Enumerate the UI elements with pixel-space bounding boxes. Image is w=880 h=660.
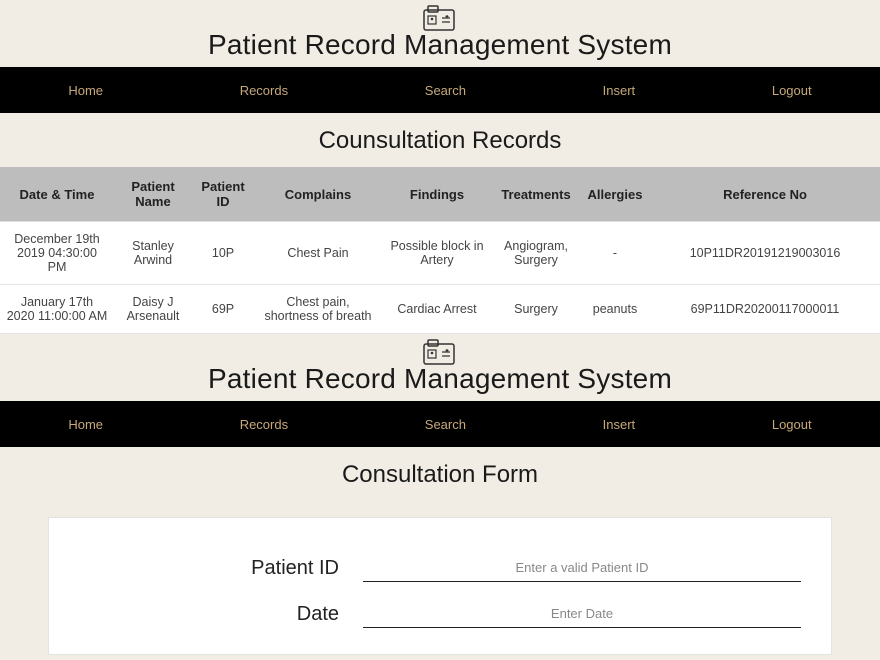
main-nav: Home Records Search Insert Logout	[0, 67, 880, 113]
col-datetime: Date & Time	[0, 167, 114, 222]
nav-home[interactable]: Home	[68, 417, 103, 432]
patient-id-input[interactable]	[363, 554, 801, 582]
cell-patient-id: 10P	[192, 222, 254, 285]
col-patient-name: Patient Name	[114, 167, 192, 222]
app-header: Patient Record Management System	[0, 0, 880, 61]
cell-complains: Chest pain, shortness of breath	[254, 285, 382, 334]
cell-treatments: Surgery	[492, 285, 580, 334]
nav-search[interactable]: Search	[425, 83, 466, 98]
cell-patient-name: Stanley Arwind	[114, 222, 192, 285]
col-reference: Reference No	[650, 167, 880, 222]
col-treatments: Treatments	[492, 167, 580, 222]
cell-allergies: -	[580, 222, 650, 285]
cell-datetime: January 17th 2020 11:00:00 AM	[0, 285, 114, 334]
cell-datetime: December 19th 2019 04:30:00 PM	[0, 222, 114, 285]
main-nav-2: Home Records Search Insert Logout	[0, 401, 880, 447]
table-row: January 17th 2020 11:00:00 AM Daisy J Ar…	[0, 285, 880, 334]
nav-insert[interactable]: Insert	[603, 417, 636, 432]
col-allergies: Allergies	[580, 167, 650, 222]
col-findings: Findings	[382, 167, 492, 222]
col-patient-id: Patient ID	[192, 167, 254, 222]
nav-logout[interactable]: Logout	[772, 417, 812, 432]
nav-home[interactable]: Home	[68, 83, 103, 98]
nav-logout[interactable]: Logout	[772, 83, 812, 98]
records-section-title: Counsultation Records	[0, 113, 880, 167]
nav-search[interactable]: Search	[425, 417, 466, 432]
form-row-patient-id: Patient ID	[79, 554, 801, 582]
date-label: Date	[79, 603, 339, 626]
cell-patient-id: 69P	[192, 285, 254, 334]
app-title: Patient Record Management System	[0, 29, 880, 61]
app-title: Patient Record Management System	[0, 363, 880, 395]
date-input[interactable]	[363, 600, 801, 628]
cell-treatments: Angiogram, Surgery	[492, 222, 580, 285]
cell-complains: Chest Pain	[254, 222, 382, 285]
col-complains: Complains	[254, 167, 382, 222]
consultation-form: Patient ID Date	[48, 517, 832, 655]
form-row-date: Date	[79, 600, 801, 628]
cell-reference: 69P11DR20200117000011	[650, 285, 880, 334]
table-header-row: Date & Time Patient Name Patient ID Comp…	[0, 167, 880, 222]
cell-allergies: peanuts	[580, 285, 650, 334]
cell-reference: 10P11DR20191219003016	[650, 222, 880, 285]
table-row: December 19th 2019 04:30:00 PM Stanley A…	[0, 222, 880, 285]
consultation-records-table: Date & Time Patient Name Patient ID Comp…	[0, 167, 880, 334]
cell-findings: Cardiac Arrest	[382, 285, 492, 334]
form-section-title: Consultation Form	[0, 447, 880, 501]
cell-patient-name: Daisy J Arsenault	[114, 285, 192, 334]
nav-records[interactable]: Records	[240, 417, 288, 432]
cell-findings: Possible block in Artery	[382, 222, 492, 285]
nav-insert[interactable]: Insert	[603, 83, 636, 98]
patient-id-label: Patient ID	[79, 557, 339, 580]
nav-records[interactable]: Records	[240, 83, 288, 98]
app-header-2: Patient Record Management System	[0, 334, 880, 395]
